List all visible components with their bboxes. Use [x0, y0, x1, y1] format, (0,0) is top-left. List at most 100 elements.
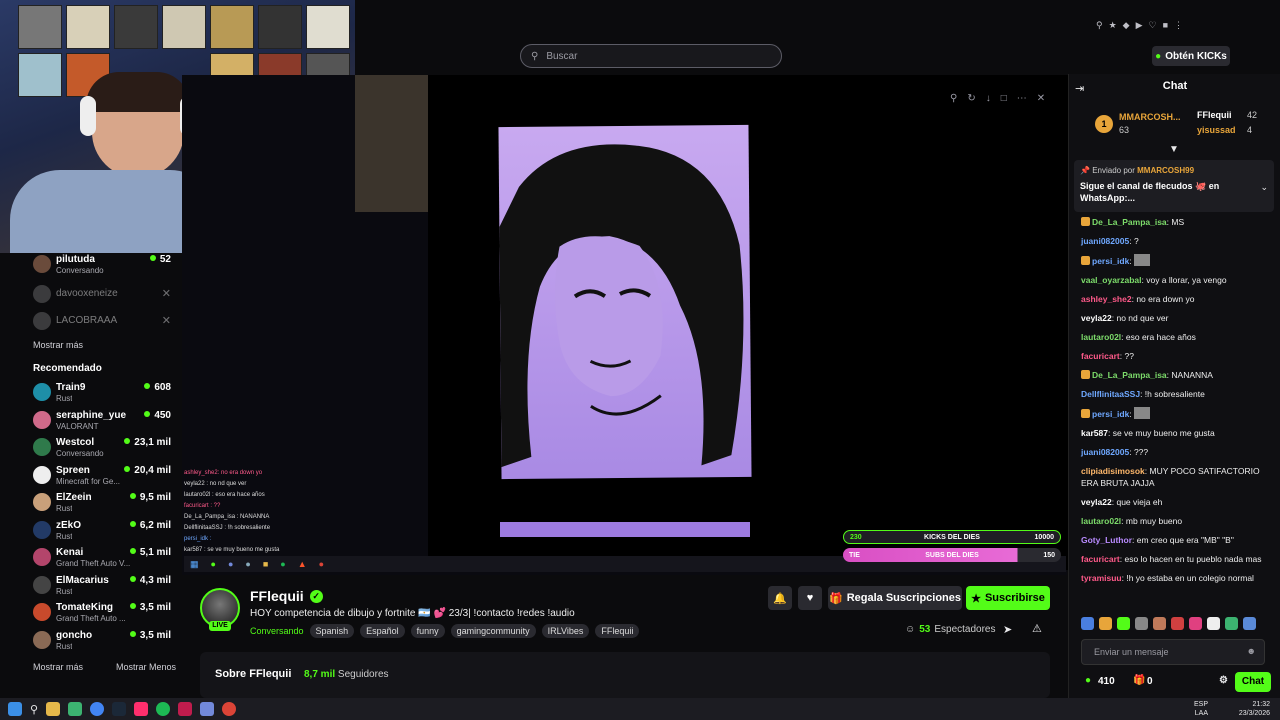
show-less-link[interactable]: Mostrar Menos: [116, 662, 176, 672]
tag-gamingcommunity[interactable]: gamingcommunity: [450, 624, 536, 638]
sidebar-item-lacobraaa[interactable]: LACOBRAAA ✕: [33, 310, 173, 336]
sidebar-item-davooxeneize[interactable]: davooxeneize ✕: [33, 283, 173, 309]
download-icon[interactable]: ↓: [986, 93, 991, 104]
discord-icon[interactable]: [200, 702, 215, 716]
emote-icon[interactable]: [1225, 617, 1238, 630]
chat-text: MS: [1171, 217, 1185, 227]
chat-username[interactable]: facuricart: [1081, 554, 1120, 564]
sidebar-item-pilutuda[interactable]: pilutuda Conversando 52: [33, 253, 173, 279]
chat-username[interactable]: veyla22: [1081, 497, 1112, 507]
channel-name[interactable]: FFlequii: [250, 588, 304, 604]
tiktok-icon[interactable]: [134, 702, 149, 716]
chevron-down-icon[interactable]: ⌄: [1260, 182, 1268, 193]
sidebar-item-train9[interactable]: Train9 Rust 608: [33, 381, 173, 407]
filter-icon[interactable]: ▼: [1169, 144, 1179, 155]
tag-irlvibes[interactable]: IRLVibes: [541, 624, 590, 638]
sidebar-item-goncho[interactable]: goncho Rust 3,5 mil: [33, 629, 173, 655]
leader-count: 4: [1247, 125, 1253, 135]
wall-poster: [162, 5, 206, 49]
rotate-icon[interactable]: ↻: [967, 93, 975, 104]
emote-icon[interactable]: [1099, 617, 1112, 630]
badge-icon: [1081, 370, 1090, 379]
sidebar-item-zeko[interactable]: zEkO Rust 6,2 mil: [33, 519, 173, 545]
sidebar-item-elzeein[interactable]: ElZeein Rust 9,5 mil: [33, 491, 173, 517]
gift-subs-button[interactable]: 🎁 Regala Suscripciones: [828, 586, 962, 610]
expand-icon[interactable]: □: [1001, 93, 1007, 104]
tag-funny[interactable]: funny: [410, 624, 445, 638]
tag-spanish[interactable]: Spanish: [309, 624, 355, 638]
gift-icon[interactable]: 🎁: [1133, 675, 1145, 686]
notifications-button[interactable]: 🔔: [768, 586, 792, 610]
sidebar-item-tomateking[interactable]: TomateKing Grand Theft Auto ... 3,5 mil: [33, 601, 173, 627]
get-kicks-button[interactable]: ● Obtén KICKs: [1152, 46, 1230, 66]
report-icon[interactable]: ⚠: [1032, 622, 1042, 635]
minecraft-icon[interactable]: [68, 702, 83, 716]
spotify-icon[interactable]: [156, 702, 171, 716]
menu-icon[interactable]: ⋮: [1174, 20, 1183, 31]
shield-icon[interactable]: ◆: [1123, 20, 1130, 31]
chat-send-button[interactable]: Chat: [1235, 672, 1271, 692]
search-icon[interactable]: ⚲: [30, 703, 38, 716]
close-icon[interactable]: ✕: [1037, 93, 1045, 104]
subs-goal-bar: TIE SUBS DEL DIES 150: [843, 548, 1061, 562]
chat-username[interactable]: clipiadisimosok: [1081, 466, 1145, 476]
emote-icon[interactable]: [1117, 617, 1130, 630]
steam-icon[interactable]: [112, 702, 127, 716]
chat-username[interactable]: Goty_Luthor: [1081, 535, 1132, 545]
emote-icon[interactable]: [1243, 617, 1256, 630]
sidebar-item-spreen[interactable]: Spreen Minecraft for Ge... 20,4 mil: [33, 464, 173, 490]
emote-icon[interactable]: [1171, 617, 1184, 630]
chat-username[interactable]: persi_idk: [1092, 409, 1129, 419]
more-icon[interactable]: ⋯: [1017, 93, 1027, 104]
share-icon[interactable]: ➤: [1003, 623, 1012, 636]
chat-username[interactable]: juani082005: [1081, 447, 1129, 457]
chat-username[interactable]: ashley_she2: [1081, 294, 1132, 304]
emote-icon[interactable]: [1153, 617, 1166, 630]
chat-username[interactable]: De_La_Pampa_isa: [1092, 370, 1167, 380]
chat-message-input[interactable]: Enviar un mensaje ☻: [1081, 639, 1265, 665]
extension-icon[interactable]: ■: [1163, 20, 1168, 31]
emote-icon[interactable]: [1189, 617, 1202, 630]
chat-input-placeholder: Enviar un mensaje: [1094, 647, 1169, 657]
emote-icon[interactable]: [1207, 617, 1220, 630]
sidebar-item-kenai[interactable]: Kenai Grand Theft Auto V... 5,1 mil: [33, 546, 173, 572]
emote-icon[interactable]: [1081, 617, 1094, 630]
subscribe-button[interactable]: ★ Suscribirse: [966, 586, 1050, 610]
show-more-link[interactable]: Mostrar más: [33, 340, 83, 350]
bookmark-icon[interactable]: ★: [1109, 20, 1117, 31]
chat-username[interactable]: facuricart: [1081, 351, 1120, 361]
chat-text: !h sobresaliente: [1144, 389, 1205, 399]
chat-username[interactable]: persi_idk: [1092, 256, 1129, 266]
chat-username[interactable]: vaal_oyarzabal: [1081, 275, 1141, 285]
system-clock[interactable]: ESP LAA 21:32 23/3/2026: [1194, 700, 1270, 718]
chat-username[interactable]: veyla22: [1081, 313, 1112, 323]
tag-espanol[interactable]: Español: [360, 624, 405, 638]
play-icon[interactable]: ▶: [1136, 20, 1143, 31]
zoom-icon[interactable]: ⚲: [1096, 20, 1103, 31]
tag-fflequii[interactable]: FFlequii: [595, 624, 640, 638]
obs-icon[interactable]: [222, 702, 237, 716]
chat-username[interactable]: tyramisuu: [1081, 573, 1122, 583]
chat-username[interactable]: juani082005: [1081, 236, 1129, 246]
settings-icon[interactable]: ⚙: [1219, 675, 1228, 686]
zoom-icon[interactable]: ⚲: [950, 93, 957, 104]
windows-start-icon[interactable]: [8, 702, 22, 716]
emote-icon[interactable]: [1135, 617, 1148, 630]
sidebar-item-westcol[interactable]: Westcol Conversando 23,1 mil: [33, 436, 173, 462]
search-input[interactable]: ⚲ Buscar: [520, 44, 782, 68]
chat-username[interactable]: DellflinitaaSSJ: [1081, 389, 1140, 399]
emoji-icon[interactable]: ☻: [1247, 646, 1256, 656]
opera-icon[interactable]: [178, 702, 193, 716]
chat-username[interactable]: De_La_Pampa_isa: [1092, 217, 1167, 227]
sidebar-item-elmacarius[interactable]: ElMacarius Rust 4,3 mil: [33, 574, 173, 600]
follow-button[interactable]: ♥: [798, 586, 822, 610]
chat-username[interactable]: lautaro02l: [1081, 332, 1121, 342]
sidebar-item-seraphine-yue[interactable]: seraphine_yue VALORANT 450: [33, 409, 173, 435]
show-more-recommended-link[interactable]: Mostrar más: [33, 662, 83, 672]
heart-icon[interactable]: ♡: [1149, 20, 1157, 31]
folder-icon[interactable]: [46, 702, 61, 716]
chat-username[interactable]: kar587: [1081, 428, 1108, 438]
chrome-icon[interactable]: [90, 702, 105, 716]
chat-username[interactable]: lautaro02l: [1081, 516, 1121, 526]
category-link[interactable]: Conversando: [250, 626, 304, 636]
